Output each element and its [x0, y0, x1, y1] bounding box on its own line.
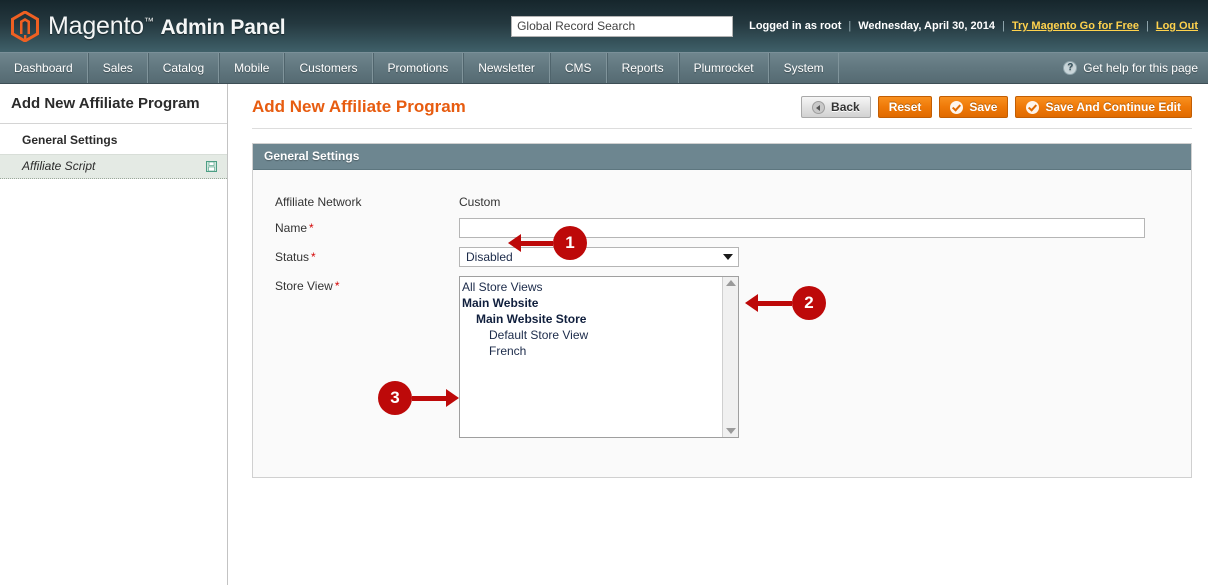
affiliate-network-label: Affiliate Network	[275, 195, 362, 209]
reset-button[interactable]: Reset	[877, 96, 933, 118]
nav-item-promotions[interactable]: Promotions	[372, 53, 464, 83]
affiliate-network-value: Custom	[459, 195, 501, 209]
main-navigation: Dashboard Sales Catalog Mobile Customers…	[0, 52, 1208, 84]
status-label-text: Status	[275, 250, 310, 264]
action-button-row: Back Reset Save Save And Continue Edit	[801, 96, 1192, 118]
sidebar-group-general-settings: General Settings	[22, 133, 118, 147]
sidebar-item-label: Affiliate Script	[22, 159, 96, 173]
logo-text: Magento™ Admin Panel	[48, 11, 286, 41]
back-arrow-icon	[812, 100, 826, 114]
scroll-up-arrow-icon[interactable]	[725, 280, 736, 286]
form-row-status: Status * Disabled 2	[253, 247, 1191, 320]
store-view-option[interactable]: Main Website	[462, 295, 722, 311]
name-input[interactable]	[459, 218, 1145, 238]
status-label: Status *	[253, 247, 459, 264]
chevron-down-icon	[723, 254, 733, 260]
callout-3-arrow-right-icon	[412, 389, 459, 407]
save-button[interactable]: Save	[939, 96, 1009, 118]
header-right-area: Logged in as root | Wednesday, April 30,…	[511, 0, 1208, 52]
content-header: Add New Affiliate Program Back Reset Sav…	[252, 96, 1192, 129]
logged-in-status: Logged in as root	[749, 20, 842, 32]
page-title: Add New Affiliate Program	[252, 97, 466, 116]
callout-3-badge: 3	[378, 381, 412, 415]
logo-text-magento: Magento	[48, 11, 144, 40]
current-date: Wednesday, April 30, 2014	[858, 20, 995, 32]
header-account-links: Logged in as root | Wednesday, April 30,…	[749, 20, 1198, 32]
nav-item-system[interactable]: System	[768, 53, 839, 83]
store-view-scrollbar[interactable]	[722, 277, 738, 437]
back-button[interactable]: Back	[801, 96, 871, 118]
content-area: Add New Affiliate Program Back Reset Sav…	[228, 84, 1208, 585]
check-circle-icon	[1026, 100, 1040, 114]
question-mark-icon: ?	[1063, 61, 1078, 75]
nav-item-reports[interactable]: Reports	[606, 53, 679, 83]
nav-item-newsletter[interactable]: Newsletter	[463, 53, 550, 83]
nav-item-cms[interactable]: CMS	[549, 53, 607, 83]
required-mark: *	[311, 250, 316, 264]
name-label-text: Name	[275, 221, 308, 235]
store-view-option[interactable]: Default Store View	[462, 327, 722, 343]
form-row-store-view: Store View * All Store Views Main Website…	[253, 276, 1191, 438]
nav-item-customers[interactable]: Customers	[284, 53, 373, 83]
store-view-option-list: All Store Views Main Website Main Websit…	[460, 277, 722, 437]
check-circle-icon	[950, 100, 964, 114]
nav-item-plumrocket[interactable]: Plumrocket	[678, 53, 769, 83]
logo-text-admin-panel: Admin Panel	[160, 15, 286, 39]
status-select-value: Disabled	[466, 250, 513, 264]
store-view-option[interactable]: Main Website Store	[462, 311, 722, 327]
separator-2: |	[1001, 20, 1005, 32]
nav-item-sales[interactable]: Sales	[87, 53, 148, 83]
form-row-name: Name * 1	[253, 218, 1191, 260]
app-header: Magento™ Admin Panel Logged in as root |…	[0, 0, 1208, 52]
magento-logo-icon	[11, 10, 39, 42]
page-body: Add New Affiliate Program General Settin…	[0, 84, 1208, 585]
logo[interactable]: Magento™ Admin Panel	[0, 10, 286, 42]
sidebar: Add New Affiliate Program General Settin…	[0, 84, 228, 585]
logo-trademark: ™	[143, 16, 154, 28]
save-and-continue-edit-button[interactable]: Save And Continue Edit	[1015, 96, 1192, 118]
separator-3: |	[1145, 20, 1149, 32]
sidebar-title: Add New Affiliate Program	[0, 92, 227, 124]
store-view-option[interactable]: French	[462, 343, 722, 359]
general-settings-fieldset: General Settings Affiliate Network Custo…	[252, 143, 1192, 478]
nav-item-mobile[interactable]: Mobile	[219, 53, 285, 83]
get-help-link[interactable]: ? Get help for this page	[1063, 53, 1198, 83]
callout-3: 3	[378, 381, 459, 415]
required-mark: *	[309, 221, 314, 235]
status-select[interactable]: Disabled	[459, 247, 739, 267]
form-row-affiliate-network: Affiliate Network Custom	[253, 192, 1191, 209]
global-search-input[interactable]	[511, 15, 734, 37]
store-view-option[interactable]: All Store Views	[462, 279, 722, 295]
save-button-label: Save	[969, 100, 998, 114]
nav-item-catalog[interactable]: Catalog	[147, 53, 220, 83]
try-magento-go-link[interactable]: Try Magento Go for Free	[1012, 20, 1139, 32]
fieldset-body: Affiliate Network Custom Name * 1 Status…	[253, 170, 1191, 477]
name-label: Name *	[253, 218, 459, 235]
log-out-link[interactable]: Log Out	[1156, 20, 1198, 32]
reset-button-label: Reset	[888, 100, 922, 114]
fieldset-title: General Settings	[253, 144, 1191, 170]
store-view-label-text: Store View	[275, 279, 333, 293]
floppy-disk-save-icon	[206, 160, 217, 172]
store-view-multiselect[interactable]: All Store Views Main Website Main Websit…	[459, 276, 739, 438]
store-view-label: Store View *	[253, 276, 459, 293]
scroll-down-arrow-icon[interactable]	[725, 428, 736, 434]
get-help-label: Get help for this page	[1083, 61, 1198, 75]
sidebar-item-affiliate-script[interactable]: Affiliate Script	[0, 154, 227, 179]
nav-item-dashboard[interactable]: Dashboard	[0, 53, 88, 83]
required-mark: *	[334, 279, 340, 293]
save-and-continue-label: Save And Continue Edit	[1045, 100, 1181, 114]
separator-1: |	[848, 20, 852, 32]
back-button-label: Back	[831, 100, 860, 114]
